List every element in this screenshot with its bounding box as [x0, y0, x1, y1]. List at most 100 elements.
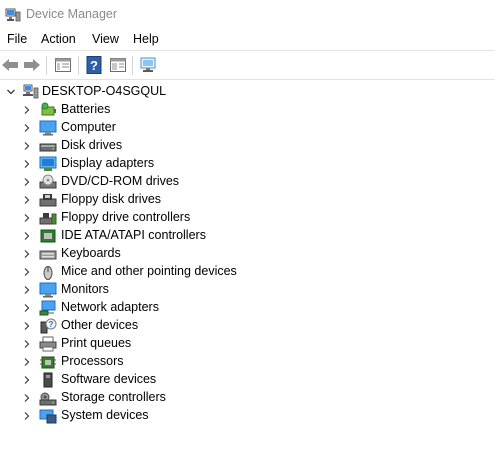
svg-text:?: ? — [90, 58, 98, 73]
tree-category-row[interactable]: Computer — [0, 119, 495, 137]
tree-category-row[interactable]: Monitors — [0, 281, 495, 299]
toolbar-separator — [46, 56, 47, 75]
keyboard-icon — [39, 250, 57, 260]
chevron-right-icon[interactable] — [22, 393, 32, 403]
tree-category-row[interactable]: Floppy drive controllers — [0, 209, 495, 227]
chevron-right-icon[interactable] — [22, 321, 32, 331]
tree-category-label: Batteries — [61, 102, 111, 116]
computer-icon — [39, 120, 57, 136]
tree-category-label: Print queues — [61, 336, 132, 350]
help-button[interactable]: ? — [84, 55, 104, 75]
tree-category-row[interactable]: Keyboards — [0, 245, 495, 263]
processor-icon — [40, 356, 56, 369]
chevron-down-icon[interactable] — [6, 87, 16, 97]
title-bar: Device Manager — [0, 0, 495, 30]
toolbar-separator — [78, 56, 79, 75]
tree-category-label: Floppy drive controllers — [61, 210, 191, 224]
tree-category-label: Network adapters — [61, 300, 159, 314]
tree-category-row[interactable]: Storage controllers — [0, 389, 495, 407]
chevron-right-icon[interactable] — [22, 375, 32, 385]
computer-tree-icon — [23, 84, 39, 99]
scan-hardware-button[interactable] — [139, 55, 159, 75]
mouse-icon — [43, 266, 53, 280]
tree-category-label: Software devices — [61, 372, 157, 386]
tree-category-row[interactable]: Processors — [0, 353, 495, 371]
device-manager-app-icon — [5, 8, 21, 22]
chevron-right-icon[interactable] — [22, 159, 32, 169]
update-driver-icon — [110, 58, 126, 72]
unknown-device-icon: ? — [40, 318, 57, 334]
update-driver-button[interactable] — [108, 55, 128, 75]
chevron-right-icon[interactable] — [22, 213, 32, 223]
menu-view[interactable]: View — [92, 32, 119, 46]
floppy-disk-icon — [39, 194, 57, 207]
tree-category-label: System devices — [61, 408, 149, 422]
system-device-icon — [39, 409, 57, 424]
chevron-right-icon[interactable] — [22, 285, 32, 295]
chevron-right-icon[interactable] — [22, 303, 32, 313]
tree-category-label: Floppy disk drives — [61, 192, 162, 206]
chevron-right-icon[interactable] — [22, 105, 32, 115]
tree-category-label: Disk drives — [61, 138, 123, 152]
chevron-right-icon[interactable] — [22, 249, 32, 259]
tree-category-label: Storage controllers — [61, 390, 166, 404]
network-adapter-icon — [39, 300, 56, 316]
tree-category-row[interactable]: Software devices — [0, 371, 495, 389]
tree-category-row[interactable]: DVD/CD-ROM drives — [0, 173, 495, 191]
tree-category-row[interactable]: Print queues — [0, 335, 495, 353]
tree-category-row[interactable]: IDE ATA/ATAPI controllers — [0, 227, 495, 245]
toolbar: ? — [0, 50, 495, 80]
chevron-right-icon[interactable] — [22, 267, 32, 277]
window-title: Device Manager — [26, 7, 118, 21]
tree-category-label: IDE ATA/ATAPI controllers — [61, 228, 206, 242]
chevron-right-icon[interactable] — [22, 357, 32, 367]
tree-category-row[interactable]: Batteries — [0, 101, 495, 119]
chevron-right-icon[interactable] — [22, 141, 32, 151]
software-device-icon — [43, 372, 53, 388]
tree-category-row[interactable]: Network adapters — [0, 299, 495, 317]
properties-button[interactable] — [53, 55, 73, 75]
menu-help[interactable]: Help — [133, 32, 159, 46]
tree-category-label: Display adapters — [61, 156, 155, 170]
chevron-right-icon[interactable] — [22, 411, 32, 421]
tree-category-label: Mice and other pointing devices — [61, 264, 237, 278]
menu-file[interactable]: File — [7, 32, 27, 46]
display-adapter-icon — [39, 156, 57, 171]
tree-category-row[interactable]: Disk drives — [0, 137, 495, 155]
tree-category-label: DVD/CD-ROM drives — [61, 174, 180, 188]
back-button[interactable] — [0, 55, 20, 75]
tree-category-row[interactable]: Floppy disk drives — [0, 191, 495, 209]
tree-category-label: Other devices — [61, 318, 139, 332]
scan-hardware-icon — [140, 57, 156, 72]
chevron-right-icon[interactable] — [22, 231, 32, 241]
tree-category-row[interactable]: ? Other devices — [0, 317, 495, 335]
chevron-right-icon[interactable] — [22, 177, 32, 187]
floppy-controller-icon — [39, 213, 57, 225]
tree-root-label: DESKTOP-O4SGQUL — [42, 84, 167, 98]
chevron-right-icon[interactable] — [22, 339, 32, 349]
tree-category-label: Monitors — [61, 282, 109, 296]
back-arrow-icon — [2, 59, 18, 71]
toolbar-separator — [132, 56, 133, 75]
disk-drive-icon — [39, 143, 57, 152]
tree-category-row[interactable]: Mice and other pointing devices — [0, 263, 495, 281]
menu-action[interactable]: Action — [41, 32, 76, 46]
properties-icon — [55, 58, 71, 72]
tree-root-computer[interactable]: DESKTOP-O4SGQUL — [0, 83, 495, 101]
tree-category-label: Keyboards — [61, 246, 121, 260]
chevron-right-icon[interactable] — [22, 123, 32, 133]
svg-text:?: ? — [49, 320, 54, 329]
ide-controller-icon — [40, 229, 56, 243]
forward-arrow-icon — [24, 59, 40, 71]
help-icon: ? — [86, 56, 102, 74]
forward-button[interactable] — [22, 55, 42, 75]
monitor-icon — [39, 282, 57, 298]
tree-category-row[interactable]: Display adapters — [0, 155, 495, 173]
printer-icon — [39, 336, 57, 352]
menu-bar: File Action View Help — [0, 30, 495, 50]
tree-category-label: Processors — [61, 354, 124, 368]
tree-category-row[interactable]: System devices — [0, 407, 495, 425]
dvd-drive-icon — [39, 174, 57, 189]
chevron-right-icon[interactable] — [22, 195, 32, 205]
storage-controller-icon — [39, 392, 57, 406]
